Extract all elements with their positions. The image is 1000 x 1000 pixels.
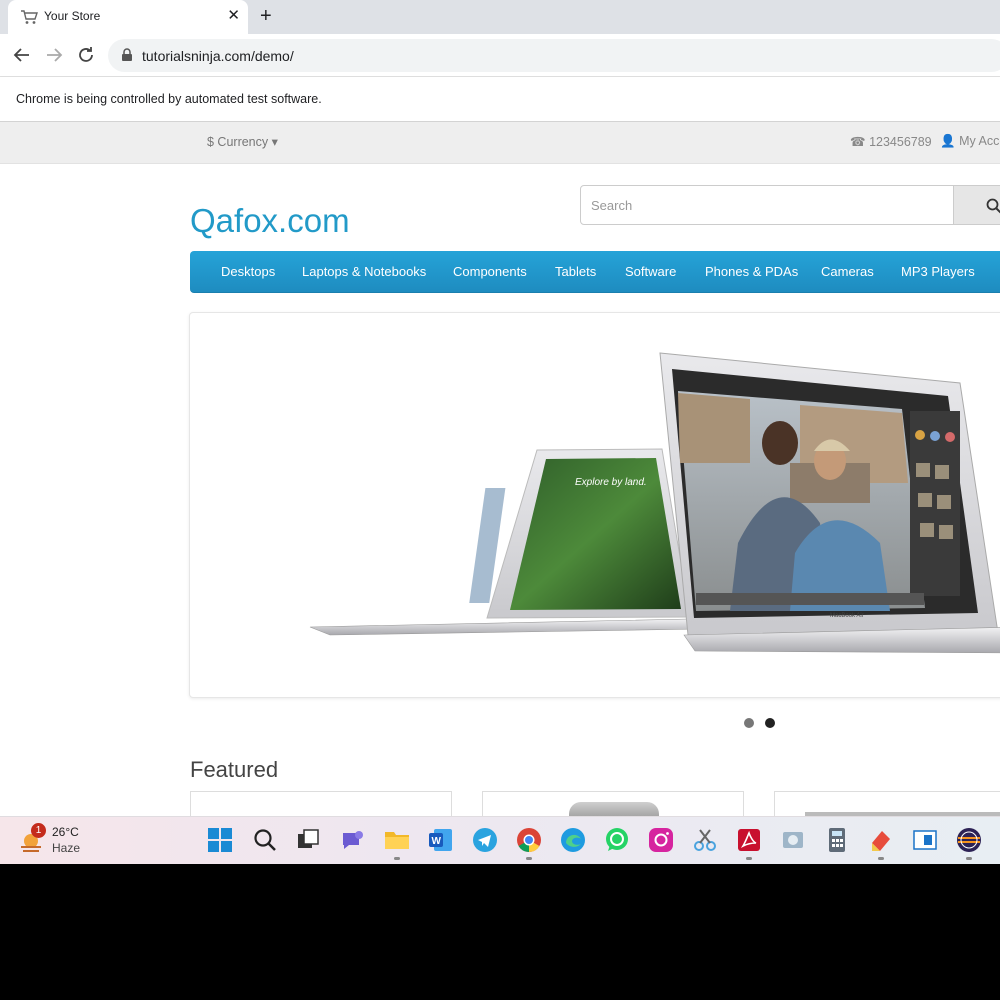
menu-item-desktops[interactable]: Desktops — [221, 264, 275, 279]
close-icon[interactable]: ✕ — [227, 7, 240, 25]
slide-tagline: Explore by land. — [575, 477, 647, 488]
paint-icon[interactable] — [868, 827, 894, 853]
search-button[interactable] — [953, 185, 1000, 225]
back-arrow-icon[interactable] — [11, 44, 33, 66]
weather-widget[interactable]: 1 26°C Haze — [18, 823, 98, 857]
featured-heading: Featured — [190, 757, 279, 782]
app-window-icon[interactable] — [912, 827, 938, 853]
task-view-icon[interactable] — [295, 827, 321, 853]
phone-number: 123456789 — [869, 135, 932, 149]
teams-chat-icon[interactable] — [340, 827, 366, 853]
chrome-icon[interactable] — [516, 827, 542, 853]
new-tab-button[interactable]: + — [260, 5, 272, 27]
product-card[interactable] — [482, 791, 744, 816]
carousel-dot-2[interactable] — [765, 718, 775, 728]
product-card[interactable] — [190, 791, 452, 816]
url-text[interactable]: tutorialsninja.com/demo/ — [142, 48, 294, 64]
calculator-icon[interactable] — [824, 827, 850, 853]
eclipse-icon[interactable] — [956, 827, 982, 853]
menu-item-phones[interactable]: Phones & PDAs — [705, 264, 798, 279]
control-panel-icon[interactable] — [780, 827, 806, 853]
whatsapp-icon[interactable] — [604, 827, 630, 853]
reload-icon[interactable] — [75, 44, 97, 66]
my-account-label: My Acco — [959, 134, 1000, 148]
product-image — [569, 802, 659, 816]
slide-model-label: MacBook Air — [830, 613, 864, 619]
search-icon — [986, 198, 1000, 214]
windows-start-icon[interactable] — [207, 827, 233, 853]
word-icon[interactable]: W — [428, 827, 454, 853]
phone-icon: ☎ — [850, 135, 866, 149]
browser-toolbar: tutorialsninja.com/demo/ — [0, 34, 1000, 77]
search-bar — [580, 185, 1000, 225]
screen: Your Store ✕ + tutorialsninja.com/demo/ … — [0, 0, 1000, 864]
telegram-icon[interactable] — [472, 827, 498, 853]
menu-item-software[interactable]: Software — [625, 264, 676, 279]
running-indicator — [878, 857, 884, 860]
web-page: $ Currency ▾ ☎ 123456789 👤 My Acco Qafox… — [0, 122, 1000, 816]
browser-tab-strip: Your Store ✕ + — [0, 0, 1000, 34]
macbook-air-image: Explore by land. MacBook Air — [309, 352, 1000, 654]
running-indicator — [526, 857, 532, 860]
tab-title: Your Store — [44, 9, 101, 23]
notification-badge: 1 — [31, 823, 46, 838]
weather-temp: 26°C — [52, 825, 79, 839]
automation-infobar: Chrome is being controlled by automated … — [0, 77, 1000, 122]
menu-item-laptops[interactable]: Laptops & Notebooks — [302, 264, 426, 279]
product-card[interactable] — [774, 791, 1000, 816]
running-indicator — [394, 857, 400, 860]
edge-icon[interactable] — [560, 827, 586, 853]
snipping-tool-icon[interactable] — [692, 827, 718, 853]
search-icon[interactable] — [252, 827, 278, 853]
lock-icon[interactable] — [120, 48, 134, 62]
forward-arrow-icon[interactable] — [43, 44, 65, 66]
svg-text:W: W — [432, 836, 442, 847]
currency-dropdown[interactable]: $ Currency ▾ — [207, 134, 278, 149]
user-icon: 👤 — [940, 134, 956, 148]
phone-link[interactable]: ☎ 123456789 — [850, 134, 932, 149]
menu-item-components[interactable]: Components — [453, 264, 527, 279]
menu-item-tablets[interactable]: Tablets — [555, 264, 596, 279]
address-bar[interactable]: tutorialsninja.com/demo/ — [108, 39, 1000, 72]
category-menu: Desktops Laptops & Notebooks Components … — [190, 251, 1000, 293]
browser-tab[interactable]: Your Store ✕ — [8, 0, 248, 34]
weather-condition: Haze — [52, 841, 81, 855]
carousel-dot-1[interactable] — [744, 718, 754, 728]
my-account-dropdown[interactable]: 👤 My Acco — [940, 134, 1000, 149]
file-explorer-icon[interactable] — [384, 827, 410, 853]
cart-icon — [21, 10, 38, 24]
menu-item-mp3[interactable]: MP3 Players — [901, 264, 975, 279]
windows-taskbar: 1 26°C Haze W — [0, 816, 1000, 864]
instagram-icon[interactable] — [648, 827, 674, 853]
running-indicator — [746, 857, 752, 860]
acrobat-icon[interactable] — [736, 827, 762, 853]
menu-item-cameras[interactable]: Cameras — [821, 264, 874, 279]
infobar-text: Chrome is being controlled by automated … — [16, 92, 322, 106]
top-bar: $ Currency ▾ ☎ 123456789 👤 My Acco — [0, 122, 1000, 164]
hero-slideshow[interactable]: Explore by land. MacBook Air — [189, 312, 1000, 698]
site-logo[interactable]: Qafox.com — [190, 202, 350, 240]
search-input[interactable] — [580, 185, 954, 225]
running-indicator — [966, 857, 972, 860]
